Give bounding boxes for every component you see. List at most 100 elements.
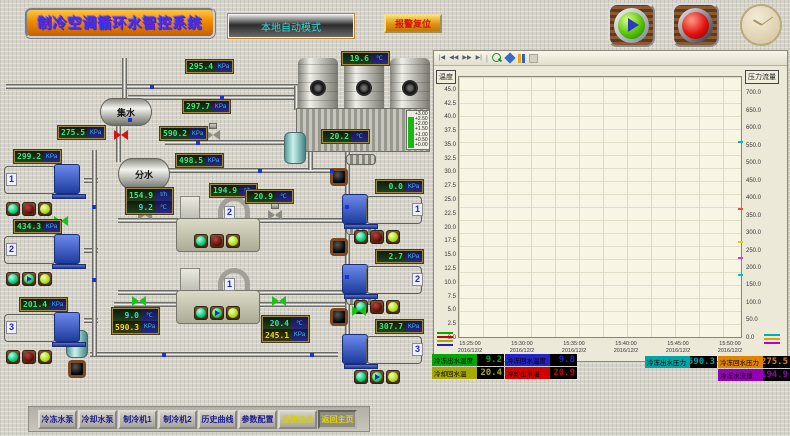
display-unit: KPa bbox=[43, 151, 60, 162]
run-light bbox=[6, 350, 20, 364]
display-value: 20.2 bbox=[323, 131, 351, 142]
pipe-sensor-dot bbox=[92, 278, 96, 282]
display-unit: KPa bbox=[405, 321, 422, 332]
collector-pressure-display: 275.5 KPa bbox=[58, 126, 105, 139]
nav-cooling-pumps[interactable]: 冷却水泵 bbox=[78, 410, 117, 429]
chiller-2[interactable]: 2 bbox=[176, 196, 260, 254]
pressure-pens-legend bbox=[764, 334, 780, 344]
go-previous-button[interactable]: ◀◀ bbox=[449, 54, 458, 62]
chiller-1[interactable]: 1 bbox=[176, 268, 260, 326]
status-light bbox=[210, 234, 224, 248]
pens-icon[interactable] bbox=[518, 54, 525, 63]
list-item: 37.5 bbox=[435, 128, 456, 134]
display-value: 20.9 bbox=[247, 191, 275, 202]
zoom-icon[interactable] bbox=[492, 53, 502, 63]
right-pump-1[interactable]: 1 bbox=[342, 190, 434, 244]
nav-history-curves[interactable]: 历史曲线 bbox=[198, 410, 237, 429]
status-light bbox=[22, 272, 36, 286]
display-unit: t/h bbox=[155, 189, 172, 201]
cooling-tower-icon bbox=[390, 58, 430, 110]
display-row: 154.9 t/h bbox=[127, 189, 172, 201]
list-item: 15:25:00 2016/12/2 bbox=[448, 341, 492, 354]
pen-status-bar: 冷冻出水压力 590.3 bbox=[645, 356, 717, 368]
distributor-pressure-display: 590.2 KPa bbox=[160, 127, 207, 140]
red-valve-icon bbox=[114, 130, 128, 140]
display-value: 0.0 bbox=[377, 181, 405, 192]
pump-base bbox=[52, 264, 86, 269]
list-item: 50.0 bbox=[746, 317, 786, 323]
alarm-reset-button[interactable]: 报警复位 bbox=[384, 14, 442, 33]
left-axis-label: 温度 bbox=[436, 70, 456, 84]
list-item: 10.0 bbox=[435, 280, 456, 286]
status-light bbox=[370, 230, 384, 244]
list-item: 15:30:00 2016/12/2 bbox=[500, 341, 544, 354]
axis-marker bbox=[738, 257, 743, 259]
left-pump-1[interactable]: 1 bbox=[4, 162, 92, 216]
tower-outlet-temp-display: 19.6 ℃ bbox=[342, 52, 389, 65]
pipe-sensor-dot bbox=[258, 169, 262, 173]
go-next-button[interactable]: ▶▶ bbox=[462, 54, 471, 62]
go-first-button[interactable]: |◀ bbox=[439, 54, 445, 62]
pump-base bbox=[52, 194, 86, 199]
nav-return-home[interactable]: 返回主页 bbox=[318, 410, 357, 429]
list-item: 15.0 bbox=[435, 252, 456, 258]
button-ring bbox=[678, 8, 713, 43]
run-light bbox=[354, 230, 368, 244]
display-value: 194.9 bbox=[211, 185, 239, 196]
left-axis-ticks: 47.545.042.540.037.535.032.530.027.525.0… bbox=[435, 73, 456, 341]
ready-light bbox=[38, 350, 52, 364]
status-light bbox=[22, 202, 36, 216]
chiller-status-lights bbox=[194, 306, 240, 320]
display-value: 297.7 bbox=[184, 101, 212, 112]
nav-parameter-config[interactable]: 参数配置 bbox=[238, 410, 277, 429]
pump-number-badge: 3 bbox=[6, 321, 17, 334]
left-pump-3[interactable]: 3 bbox=[4, 310, 92, 364]
list-item: 12.5 bbox=[435, 266, 456, 272]
right-pump3-pressure-display: 307.7 KPa bbox=[376, 320, 423, 333]
export-icon[interactable] bbox=[529, 54, 538, 63]
pump-base bbox=[344, 364, 378, 369]
nav-chilled-pumps[interactable]: 冷冻水泵 bbox=[38, 410, 77, 429]
list-item: 15:35:00 2016/12/2 bbox=[552, 341, 596, 354]
pump-status-lights bbox=[6, 272, 52, 286]
go-last-button[interactable]: ▶| bbox=[476, 54, 482, 62]
pipe-sensor-dot bbox=[196, 141, 200, 145]
pipe-sensor-dot bbox=[345, 275, 349, 279]
display-unit: KPa bbox=[215, 61, 232, 72]
pipe-segment bbox=[114, 302, 178, 307]
stop-button[interactable] bbox=[672, 3, 719, 47]
pen-value: 275.5 bbox=[763, 356, 790, 368]
pump-number-badge: 3 bbox=[412, 343, 423, 356]
pen-status-bar: 冷却回水温 20.4 bbox=[432, 367, 504, 379]
pump-head bbox=[54, 164, 80, 194]
nav-alarm-info[interactable]: 报警信息 bbox=[278, 410, 317, 429]
run-light bbox=[194, 234, 208, 248]
display-unit: KPa bbox=[405, 181, 422, 192]
button-ring bbox=[614, 8, 649, 43]
gray-valve-icon bbox=[268, 210, 282, 220]
nav-chiller-2[interactable]: 制冷机2 bbox=[158, 410, 197, 429]
display-value: 295.4 bbox=[187, 61, 215, 72]
legend-line bbox=[437, 340, 453, 342]
pump-status-lights bbox=[6, 202, 52, 216]
start-button[interactable] bbox=[608, 3, 655, 47]
pump-status-lights bbox=[354, 370, 400, 384]
stop-icon bbox=[682, 12, 709, 39]
pump-number-badge: 2 bbox=[6, 243, 17, 256]
status-light bbox=[370, 370, 384, 384]
nav-chiller-1[interactable]: 制冷机1 bbox=[118, 410, 157, 429]
dosing-tank bbox=[284, 132, 306, 164]
list-item: 2.5 bbox=[435, 321, 456, 327]
right-pump-3[interactable]: 3 bbox=[342, 330, 434, 384]
run-light bbox=[354, 370, 368, 384]
left-pump-2[interactable]: 2 bbox=[4, 232, 92, 286]
display-value: 245.1 bbox=[263, 329, 291, 341]
pipe-sensor-dot bbox=[92, 205, 96, 209]
display-unit: KPa bbox=[141, 321, 158, 333]
axis-marker bbox=[738, 274, 743, 276]
ready-light bbox=[386, 370, 400, 384]
pan-icon[interactable] bbox=[504, 52, 515, 63]
pipe-sensor-dot bbox=[310, 353, 314, 357]
display-unit: KPa bbox=[49, 299, 66, 310]
list-item: 42.5 bbox=[435, 101, 456, 107]
